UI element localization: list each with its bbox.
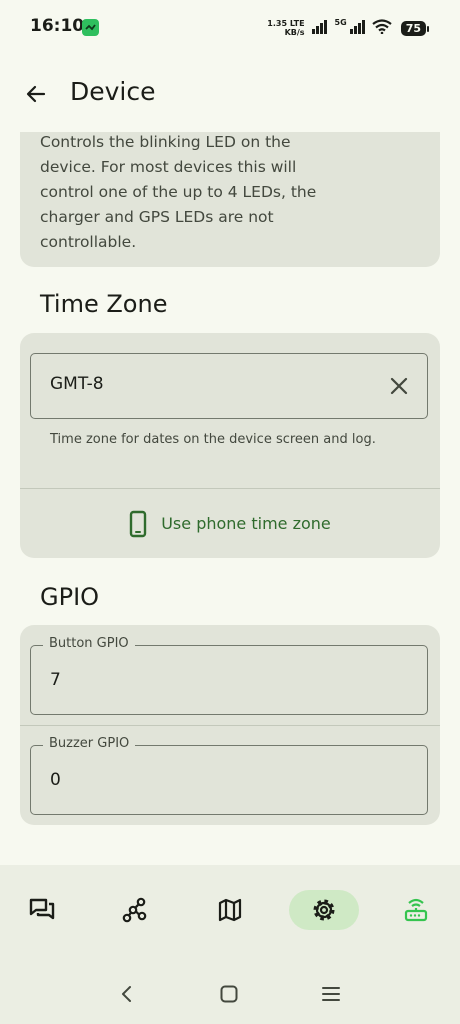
bottom-navigation bbox=[0, 865, 460, 955]
button-gpio-value: 7 bbox=[50, 670, 61, 690]
gpio-card: Button GPIO 7 Buzzer GPIO 0 bbox=[20, 625, 440, 825]
settings-icon bbox=[313, 899, 335, 921]
app-notification-icon bbox=[82, 19, 99, 36]
time-zone-value: GMT-8 bbox=[50, 374, 104, 394]
time-zone-input[interactable]: GMT-8 bbox=[30, 353, 428, 419]
page-title: Device bbox=[70, 77, 156, 106]
time-zone-helper: Time zone for dates on the device screen… bbox=[50, 432, 376, 447]
nav-nodes[interactable] bbox=[100, 890, 170, 930]
time-zone-title: Time Zone bbox=[40, 290, 168, 318]
status-time: 16:10 bbox=[30, 16, 85, 36]
network-speed: 1.35 LTE KB/s bbox=[267, 19, 305, 37]
system-back-button[interactable] bbox=[112, 979, 142, 1009]
system-menu-icon bbox=[322, 987, 340, 1001]
system-back-icon bbox=[122, 986, 131, 1002]
wifi-icon bbox=[372, 18, 392, 38]
buzzer-gpio-value: 0 bbox=[50, 770, 61, 790]
map-icon bbox=[218, 898, 242, 922]
buzzer-gpio-field[interactable]: Buzzer GPIO 0 bbox=[30, 736, 428, 815]
top-app-bar: Device bbox=[0, 58, 460, 132]
settings-content[interactable]: Controls the blinking LED on the device.… bbox=[0, 132, 460, 865]
system-recents-button[interactable] bbox=[316, 979, 346, 1009]
close-icon bbox=[390, 377, 408, 395]
router-connected-icon bbox=[404, 898, 428, 922]
clear-button[interactable] bbox=[385, 372, 413, 400]
use-phone-time-zone-label: Use phone time zone bbox=[161, 514, 331, 533]
nodes-icon bbox=[122, 897, 147, 923]
signal-icon bbox=[349, 19, 366, 38]
signal-icon bbox=[311, 19, 328, 38]
use-phone-time-zone-button[interactable]: Use phone time zone bbox=[20, 489, 440, 558]
battery-indicator: 75 bbox=[400, 20, 430, 36]
nav-map[interactable] bbox=[195, 890, 265, 930]
5g-label: 5G bbox=[334, 17, 347, 27]
system-home-icon bbox=[220, 985, 238, 1003]
nav-connections[interactable] bbox=[381, 890, 451, 930]
divider bbox=[20, 725, 440, 726]
buzzer-gpio-label: Buzzer GPIO bbox=[43, 736, 136, 751]
button-gpio-field[interactable]: Button GPIO 7 bbox=[30, 636, 428, 715]
back-button[interactable] bbox=[14, 72, 58, 116]
system-navigation-bar bbox=[0, 955, 460, 1024]
led-heartbeat-card: Controls the blinking LED on the device.… bbox=[20, 132, 440, 267]
nav-settings[interactable] bbox=[289, 890, 359, 930]
button-gpio-label: Button GPIO bbox=[43, 636, 135, 651]
gpio-title: GPIO bbox=[40, 583, 100, 611]
time-zone-card: GMT-8 Time zone for dates on the device … bbox=[20, 333, 440, 558]
messages-icon bbox=[29, 898, 55, 920]
led-description: Controls the blinking LED on the device.… bbox=[40, 133, 317, 251]
smartphone-icon bbox=[130, 510, 147, 537]
arrow-back-icon bbox=[26, 85, 46, 103]
status-bar: 16:10 1.35 LTE KB/s 5G 75 bbox=[0, 0, 460, 56]
nav-messages[interactable] bbox=[7, 890, 77, 930]
system-home-button[interactable] bbox=[214, 979, 244, 1009]
